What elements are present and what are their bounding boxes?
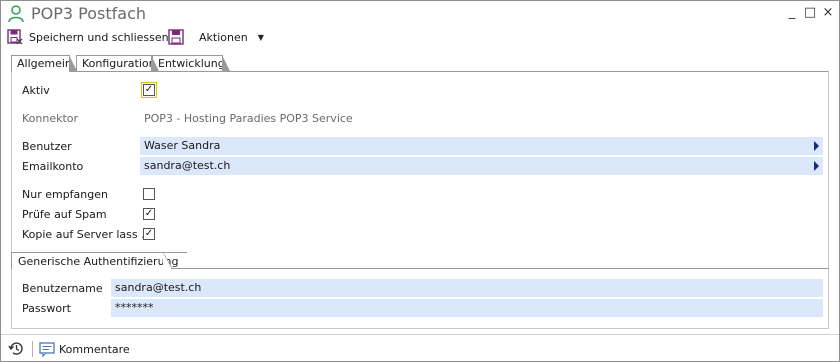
username-label: Benutzername [22, 282, 103, 295]
konnektor-value: POP3 - Hosting Paradies POP3 Service [144, 112, 353, 125]
tab-label: Entwicklung [158, 57, 225, 70]
spam-checkbox[interactable]: ✓ [143, 208, 155, 220]
auth-section-label: Generische Authentifizierung [18, 255, 179, 268]
save-icon [168, 29, 184, 45]
history-icon[interactable] [8, 340, 25, 357]
comment-icon [39, 341, 55, 357]
kopie-checkbox[interactable]: ✓ [143, 228, 155, 240]
tab-allgemein[interactable]: Allgemein [11, 55, 77, 72]
toolbar: Speichern und schliessen Aktionen ▼ [1, 26, 839, 48]
footer-bar: Kommentare [1, 339, 839, 359]
save-and-close-button[interactable]: Speichern und schliessen [7, 27, 169, 47]
benutzer-field[interactable]: Waser Sandra [140, 137, 823, 155]
username-field[interactable]: sandra@test.ch [111, 279, 823, 297]
window-title: POP3 Postfach [31, 4, 147, 23]
benutzer-value: Waser Sandra [144, 139, 221, 152]
auth-section-header: Generische Authentifizierung [11, 252, 187, 269]
spam-label: Prüfe auf Spam [22, 208, 107, 221]
aktiv-label: Aktiv [22, 84, 50, 97]
password-field[interactable]: ******* [111, 299, 823, 317]
password-label: Passwort [22, 302, 71, 315]
konnektor-label: Konnektor [22, 112, 79, 125]
save-close-icon [7, 29, 23, 45]
minimize-button[interactable]: _ [785, 5, 799, 21]
comments-button[interactable]: Kommentare [39, 340, 130, 358]
aktiv-checkbox[interactable]: ✓ [141, 82, 157, 98]
password-value: ******* [115, 301, 154, 314]
title-bar: POP3 Postfach _ □ × [1, 1, 839, 26]
close-button[interactable]: × [821, 5, 835, 21]
chevron-down-icon: ▼ [257, 32, 264, 42]
play-arrow-icon[interactable] [814, 141, 819, 151]
comments-label: Kommentare [59, 342, 130, 356]
emailkonto-value: sandra@test.ch [144, 159, 231, 172]
tab-entwicklung[interactable]: Entwicklung [152, 55, 230, 71]
emailkonto-label: Emailkonto [22, 160, 84, 173]
footer-separator [1, 334, 839, 335]
benutzer-label: Benutzer [22, 140, 72, 153]
user-icon [8, 5, 24, 23]
username-value: sandra@test.ch [115, 281, 202, 294]
maximize-button[interactable]: □ [803, 5, 817, 21]
tab-konfiguration[interactable]: Konfiguration [76, 55, 159, 71]
save-close-label: Speichern und schliessen [29, 30, 169, 44]
pop3-mailbox-window: POP3 Postfach _ □ × Speichern und schlie… [0, 0, 840, 362]
nur-empfangen-label: Nur empfangen [22, 188, 108, 201]
play-arrow-icon[interactable] [814, 161, 819, 171]
actions-dropdown[interactable]: Aktionen ▼ [168, 27, 264, 47]
kopie-label: Kopie auf Server lass ... [22, 228, 152, 241]
nur-empfangen-checkbox[interactable] [143, 188, 155, 200]
actions-label: Aktionen [199, 30, 248, 44]
tab-label: Konfiguration [82, 57, 156, 70]
tab-label: Allgemein [17, 57, 72, 70]
emailkonto-field[interactable]: sandra@test.ch [140, 157, 823, 175]
